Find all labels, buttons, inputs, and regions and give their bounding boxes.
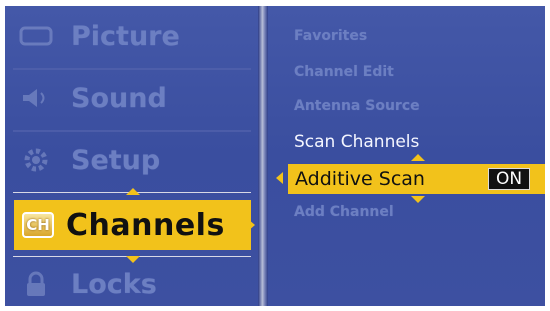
left-arrow-icon[interactable]	[276, 172, 283, 184]
menu-item-label: Picture	[71, 20, 180, 52]
menu-item-channels[interactable]: CH Channels	[14, 200, 251, 250]
sub-item-antenna-source[interactable]: Antenna Source	[294, 98, 420, 114]
down-arrow-icon[interactable]	[126, 256, 140, 263]
down-arrow-icon[interactable]	[411, 196, 425, 203]
menu-item-label: Channels	[66, 207, 225, 243]
menu-item-setup[interactable]: Setup	[15, 140, 255, 180]
sub-item-add-channel[interactable]: Add Channel	[294, 204, 394, 220]
menu-item-sound[interactable]: Sound	[15, 78, 255, 118]
sub-item-channel-edit[interactable]: Channel Edit	[294, 64, 394, 80]
sub-item-label: Additive Scan	[295, 168, 425, 190]
up-arrow-icon[interactable]	[411, 154, 425, 161]
menu-item-label: Setup	[71, 144, 161, 176]
main-menu: Picture Sound Setup CH Channels Locks	[5, 6, 258, 306]
up-arrow-icon[interactable]	[126, 188, 140, 195]
menu-item-picture[interactable]: Picture	[15, 16, 255, 56]
speaker-icon	[15, 85, 57, 111]
panel-splitter	[258, 6, 268, 306]
sub-item-favorites[interactable]: Favorites	[294, 28, 367, 44]
menu-item-label: Sound	[71, 82, 167, 114]
menu-item-label: Locks	[71, 268, 157, 300]
gear-icon	[15, 147, 57, 173]
tv-screen: Picture Sound Setup CH Channels Locks Fa…	[5, 6, 545, 306]
sub-item-additive-scan[interactable]: Additive Scan ON	[288, 164, 545, 194]
menu-divider	[13, 68, 251, 70]
menu-item-locks[interactable]: Locks	[15, 264, 255, 304]
picture-icon	[15, 23, 57, 49]
channels-icon: CH	[22, 212, 54, 238]
lock-icon	[15, 271, 57, 297]
sub-item-scan-channels[interactable]: Scan Channels	[294, 132, 419, 152]
menu-divider	[13, 130, 251, 132]
sub-menu: Favorites Channel Edit Antenna Source Sc…	[270, 6, 545, 306]
right-arrow-icon[interactable]	[248, 219, 255, 231]
additive-scan-value[interactable]: ON	[488, 168, 530, 190]
